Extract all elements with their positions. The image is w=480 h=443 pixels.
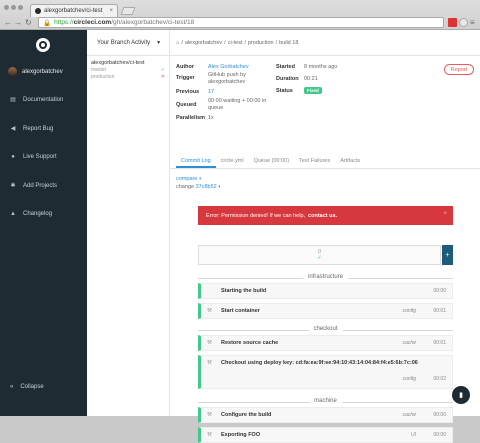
- expand-button[interactable]: +: [442, 245, 453, 265]
- report-button[interactable]: Report: [444, 64, 474, 75]
- username: alexgorbatchev: [22, 68, 63, 75]
- breadcrumb: ⌂ / alexgorbatchev / ci-test / production /…: [170, 30, 480, 56]
- step-row[interactable]: Starting the build 00:00: [198, 283, 453, 299]
- check-icon: ✓: [160, 67, 165, 73]
- sidebar: alexgorbatchev ▤ Documentation ◀ Report …: [0, 30, 87, 416]
- step-row[interactable]: ⚒ Exporting FOO UI 00:00: [198, 427, 453, 443]
- branch-row-master[interactable]: master ✓: [87, 66, 169, 73]
- author-link[interactable]: Alex Gorbatchev: [208, 64, 249, 70]
- previous-build-link[interactable]: 17: [208, 89, 214, 95]
- github-icon: ◐: [198, 176, 203, 182]
- trigger-line-1: GitHub push by: [208, 72, 246, 78]
- wrench-icon: ⚒: [207, 340, 212, 346]
- book-icon: ▤: [10, 97, 16, 103]
- reload-icon[interactable]: ↻: [25, 18, 32, 27]
- check-icon: ✓: [317, 255, 322, 261]
- circleci-favicon-icon: [35, 8, 41, 14]
- megaphone-icon: ◀: [10, 126, 16, 132]
- wrench-icon: ⚒: [207, 308, 212, 314]
- chat-icon: ●: [11, 154, 15, 160]
- breadcrumb-build: build 18: [279, 39, 299, 46]
- branch-panel: Your Branch Activity ▼ alexgorbatchev/ci…: [87, 30, 170, 416]
- branch-activity-dropdown[interactable]: Your Branch Activity ▼: [87, 30, 169, 56]
- sidebar-item-report-bug[interactable]: ◀ Report Bug: [10, 126, 54, 132]
- build-detail: ⌂ / alexgorbatchev / ci-test / production /…: [170, 30, 480, 443]
- bell-icon: ▲: [10, 211, 16, 217]
- window-controls[interactable]: [4, 5, 23, 10]
- back-icon[interactable]: ←: [4, 18, 12, 27]
- menu-icon[interactable]: ≡: [470, 18, 475, 27]
- forward-icon[interactable]: →: [14, 18, 22, 27]
- breadcrumb-repo[interactable]: ci-test: [228, 40, 243, 46]
- contact-us-link[interactable]: contact us.: [308, 213, 337, 219]
- address-bar[interactable]: 🔒 https://circleci.com/gh/alexgorbatchev…: [38, 17, 444, 28]
- trigger-line-2: alexgorbatchev: [208, 79, 246, 85]
- breadcrumb-branch[interactable]: production: [248, 40, 274, 46]
- home-icon[interactable]: ⌂: [176, 40, 179, 46]
- collapse-button[interactable]: « Collapse: [10, 384, 44, 390]
- section-divider: infrastructure: [198, 274, 453, 282]
- avatar: [8, 67, 17, 76]
- tab-test-failures[interactable]: Test Failures: [294, 155, 335, 168]
- profile-icon[interactable]: [459, 18, 468, 27]
- repo-name[interactable]: alexgorbatchev/ci-test: [87, 56, 169, 66]
- circleci-logo-icon[interactable]: [36, 38, 50, 52]
- double-arrow-left-icon: «: [10, 384, 14, 390]
- tab-queue[interactable]: Queue (00:00): [249, 155, 294, 168]
- tab-commit-log[interactable]: Commit Log: [176, 155, 216, 168]
- step-row[interactable]: ⚒ Start container config 00:01: [198, 303, 453, 319]
- browser-chrome: alexgorbatchev/ci-test × ← → ↻ 🔒 https:/…: [0, 0, 480, 30]
- close-icon[interactable]: ×: [443, 211, 447, 217]
- caret-down-icon: ▼: [156, 39, 162, 46]
- wrench-icon: ⚒: [207, 432, 212, 438]
- app: alexgorbatchev ▤ Documentation ◀ Report …: [0, 30, 480, 443]
- branch-row-production[interactable]: production ✕: [87, 73, 169, 80]
- cross-icon: ✕: [160, 74, 165, 80]
- change-line: change 37c8b52 ◐: [176, 184, 222, 190]
- build-summary-box: 0 ✓: [198, 245, 441, 265]
- commit-hash-link[interactable]: 37c8b52: [196, 184, 217, 190]
- section-divider: checkout: [198, 326, 453, 334]
- wrench-icon: ⚒: [207, 412, 212, 418]
- error-banner: Error: Permission denied! If we can help…: [198, 206, 453, 225]
- section-divider: machine: [198, 398, 453, 406]
- tab-artifacts[interactable]: Artifacts: [335, 155, 365, 168]
- count: 0: [317, 249, 322, 255]
- tab-circle-yml[interactable]: circle.yml: [216, 155, 249, 168]
- step-row[interactable]: ⚒ Configure the build cache 00:00: [198, 407, 453, 423]
- user-profile[interactable]: alexgorbatchev: [8, 67, 63, 76]
- tab-title: alexgorbatchev/ci-test: [44, 8, 103, 14]
- sidebar-item-add-projects[interactable]: ✱ Add Projects: [10, 183, 57, 189]
- sidebar-item-changelog[interactable]: ▲ Changelog: [10, 211, 52, 217]
- sidebar-item-live-support[interactable]: ● Live Support: [10, 154, 57, 160]
- step-row[interactable]: ⚒ Restore source cache cache 00:01: [198, 335, 453, 351]
- new-tab-button[interactable]: [120, 7, 136, 15]
- lock-icon: 🔒: [43, 19, 52, 27]
- build-tabs: Commit Log circle.yml Queue (00:00) Test…: [170, 155, 480, 169]
- wrench-icon: ⚒: [207, 360, 212, 366]
- extension-icon[interactable]: [448, 18, 457, 27]
- sidebar-item-documentation[interactable]: ▤ Documentation: [10, 97, 63, 103]
- browser-tab[interactable]: alexgorbatchev/ci-test ×: [30, 4, 118, 17]
- compare-link[interactable]: compare ◐: [176, 176, 202, 182]
- status-badge: Fixed: [304, 87, 322, 94]
- gear-icon: ✱: [10, 183, 16, 189]
- github-icon[interactable]: ◐: [218, 184, 221, 190]
- chat-bubble-icon[interactable]: ▮: [452, 386, 470, 404]
- breadcrumb-user[interactable]: alexgorbatchev: [185, 40, 222, 46]
- step-row[interactable]: ⚒ Checkout using deploy key: cd:fa:ea:9f…: [198, 355, 453, 389]
- close-tab-icon[interactable]: ×: [109, 8, 113, 14]
